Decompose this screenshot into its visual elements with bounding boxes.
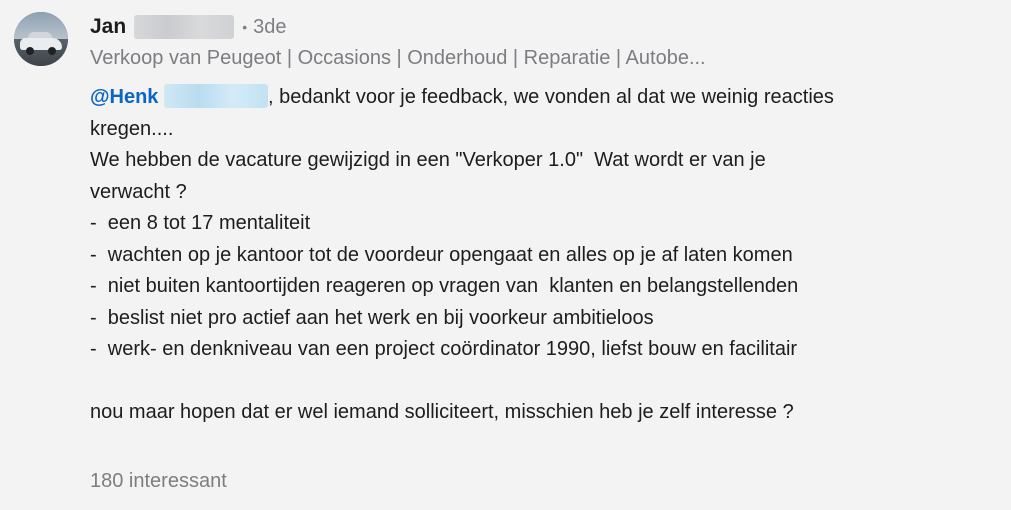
comment-card: Jan • 3de Verkoop van Peugeot | Occasion… — [0, 0, 1011, 510]
avatar-photo-wheel — [26, 47, 34, 55]
comment-line: We hebben de vacature gewijzigd in een "… — [90, 149, 766, 171]
comment-line: kregen.... — [90, 117, 174, 140]
comment-blank-line — [90, 366, 995, 398]
comment-line: - niet buiten kantoortijden reageren op … — [90, 275, 799, 297]
mention-lastname-redacted[interactable] — [163, 84, 268, 108]
comment-line: verwacht ? — [90, 180, 187, 203]
reactions-count[interactable]: 180 interessant — [90, 470, 227, 493]
comment-line: - beslist niet pro actief aan het werk e… — [90, 306, 654, 329]
mention-link[interactable]: @Henk — [90, 86, 158, 108]
author-lastname-redacted — [134, 15, 235, 39]
comment-line: - werk- en denkniveau van een project co… — [90, 338, 798, 360]
comment-line: nou maar hopen dat er wel iemand sollici… — [90, 401, 794, 423]
separator-dot: • — [242, 19, 248, 35]
comment-body: @Henk , bedankt voor je feedback, we von… — [90, 82, 995, 429]
comment-header: Jan • 3de — [90, 13, 286, 41]
author-avatar[interactable] — [14, 12, 68, 66]
connection-degree: 3de — [253, 15, 287, 38]
author-headline: Verkoop van Peugeot | Occasions | Onderh… — [90, 47, 706, 69]
comment-line: @Henk , bedankt voor je feedback, we von… — [90, 82, 995, 114]
comment-line-text: , bedankt voor je feedback, we vonden al… — [267, 86, 834, 108]
avatar-photo-wheel — [48, 47, 56, 55]
author-name[interactable]: Jan — [90, 15, 126, 39]
comment-line: - wachten op je kantoor tot de voordeur … — [90, 243, 793, 266]
comment-line: - een 8 tot 17 mentaliteit — [90, 212, 311, 234]
